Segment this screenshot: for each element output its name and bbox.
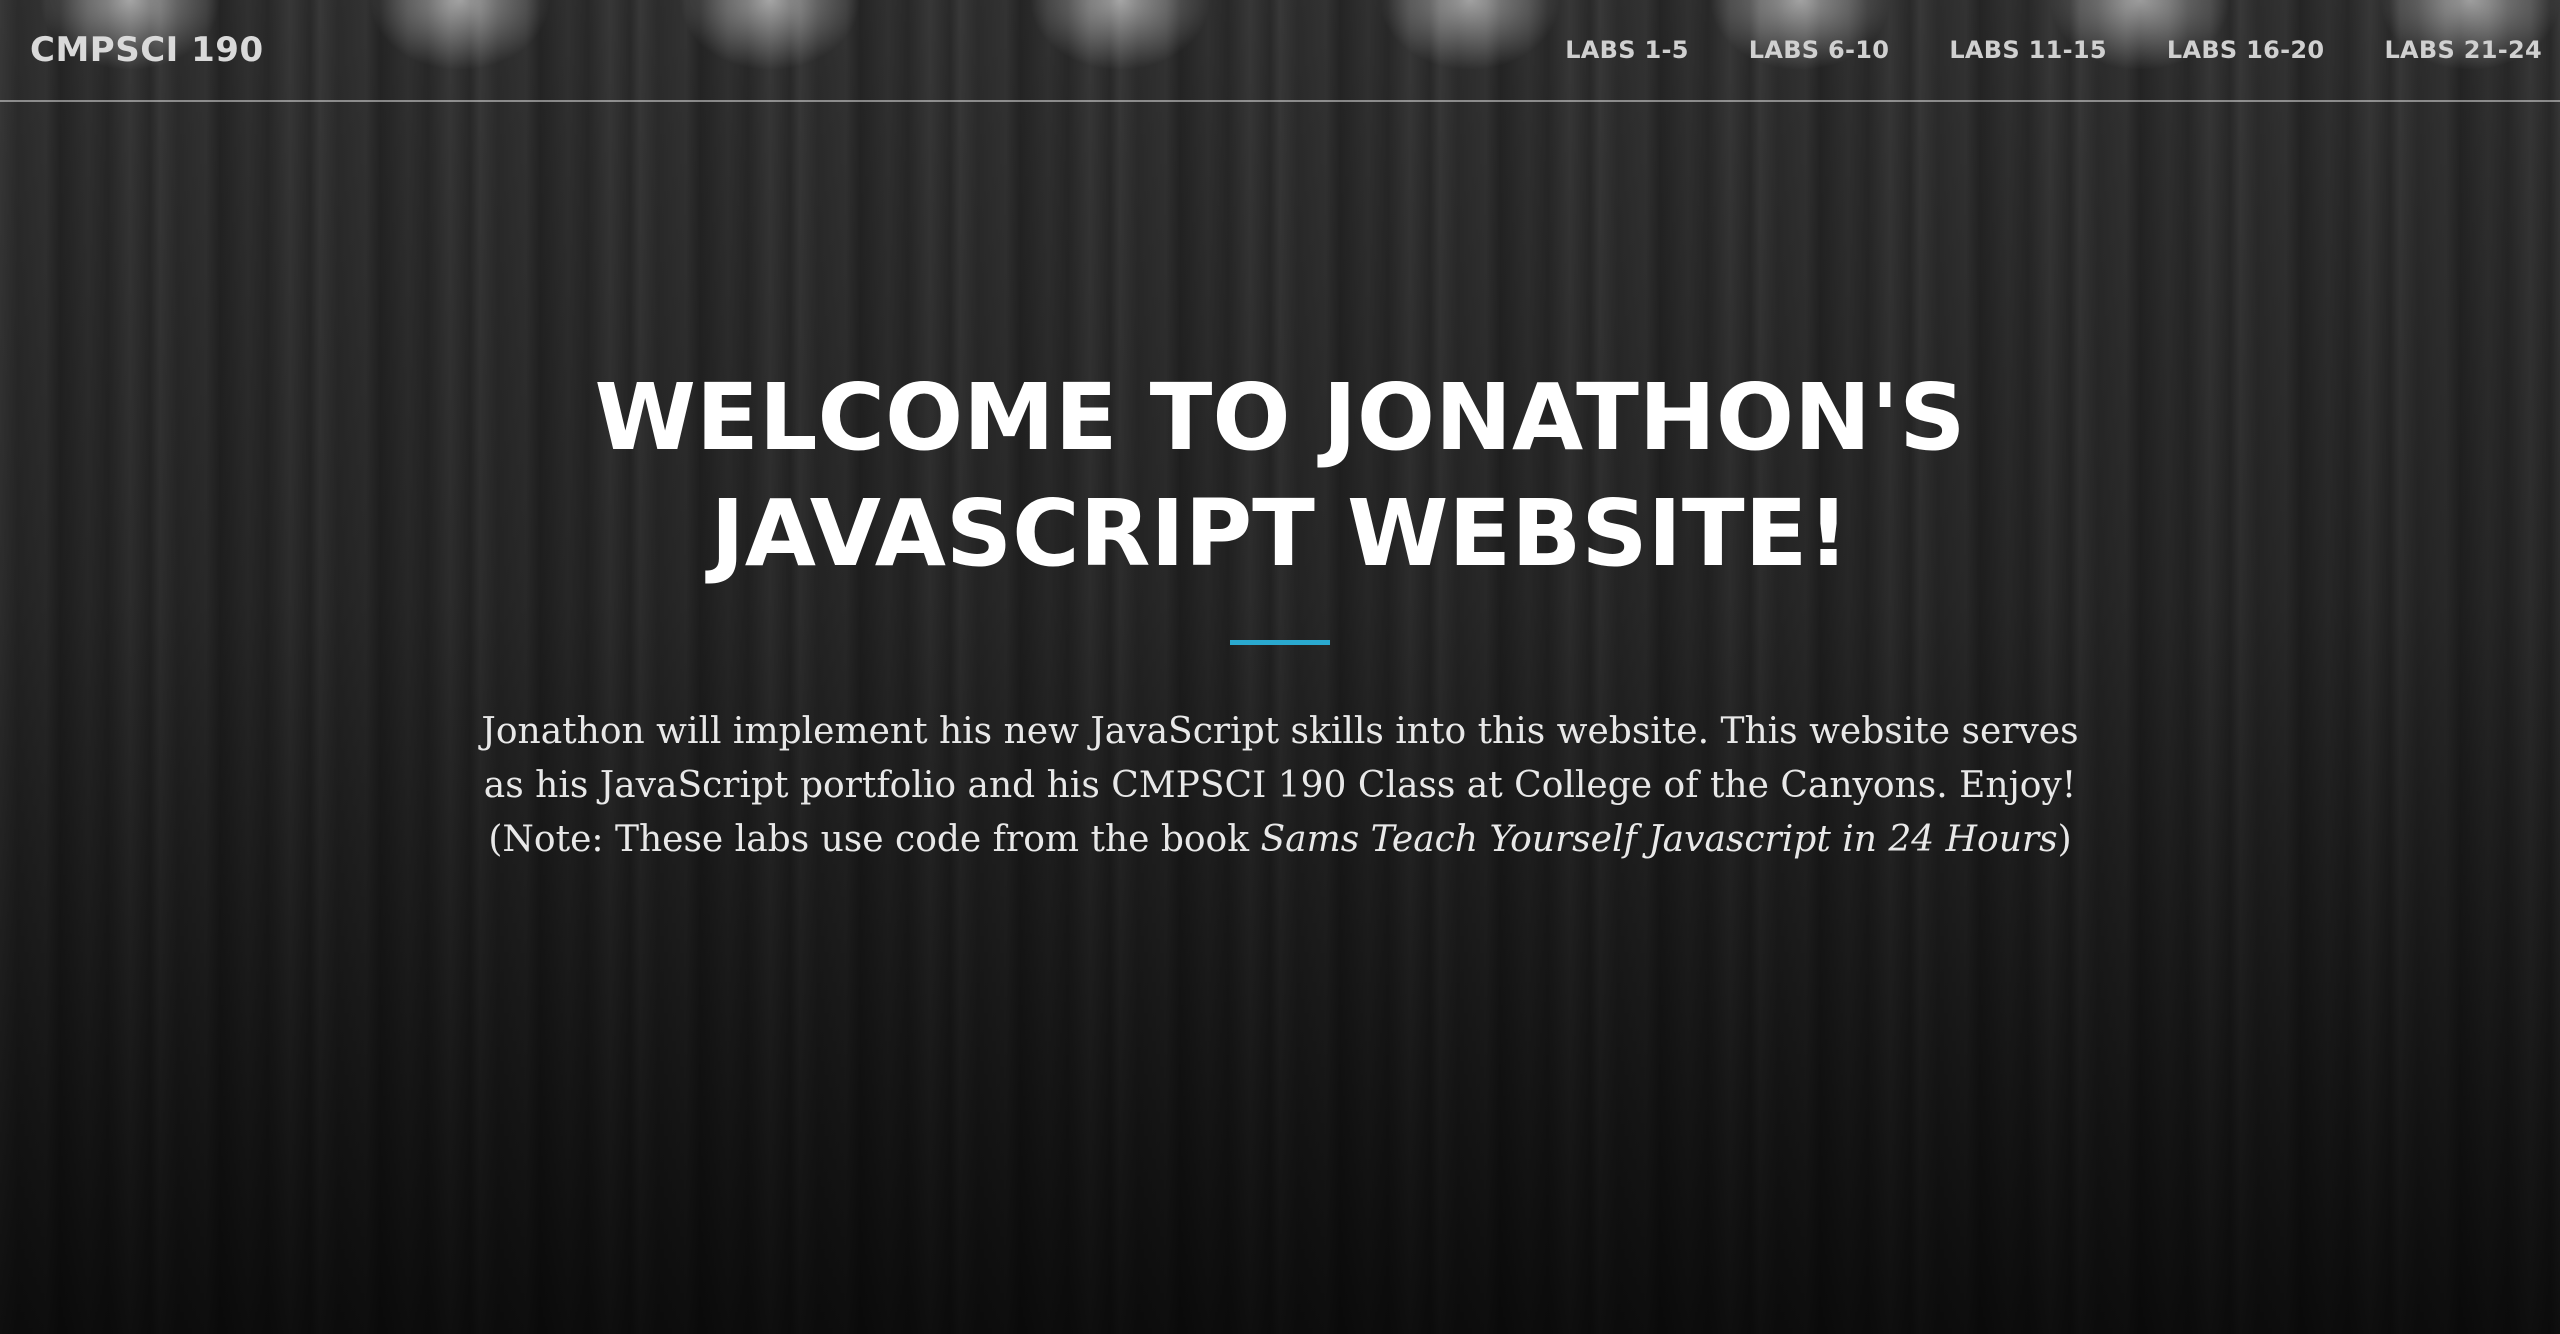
nav-link-labs-6-10[interactable]: LABS 6-10	[1749, 36, 1890, 64]
hero-description: Jonathon will implement his new JavaScri…	[470, 705, 2090, 867]
hero-note-suffix: )	[2057, 819, 2072, 860]
brand-link[interactable]: CMPSCI 190	[30, 30, 264, 70]
hero-note-prefix: (Note: These labs use code from the book	[488, 819, 1261, 860]
page-background: CMPSCI 190 LABS 1-5 LABS 6-10 LABS 11-15…	[0, 0, 2560, 1334]
hero-divider	[1230, 640, 1330, 645]
book-title: Sams Teach Yourself Javascript in 24 Hou…	[1260, 819, 2058, 860]
nav-links: LABS 1-5 LABS 6-10 LABS 11-15 LABS 16-20…	[1565, 36, 2542, 64]
nav-link-labs-16-20[interactable]: LABS 16-20	[2167, 36, 2325, 64]
nav-link-labs-1-5[interactable]: LABS 1-5	[1565, 36, 1689, 64]
navbar: CMPSCI 190 LABS 1-5 LABS 6-10 LABS 11-15…	[0, 0, 2560, 102]
hero-paragraph: Jonathon will implement his new JavaScri…	[481, 711, 2079, 806]
hero-title: WELCOME TO JONATHON'S JAVASCRIPT WEBSITE…	[594, 364, 1966, 587]
hero-section: WELCOME TO JONATHON'S JAVASCRIPT WEBSITE…	[0, 360, 2560, 867]
nav-link-labs-11-15[interactable]: LABS 11-15	[1949, 36, 2107, 64]
nav-link-labs-21-24[interactable]: LABS 21-24	[2384, 36, 2542, 64]
